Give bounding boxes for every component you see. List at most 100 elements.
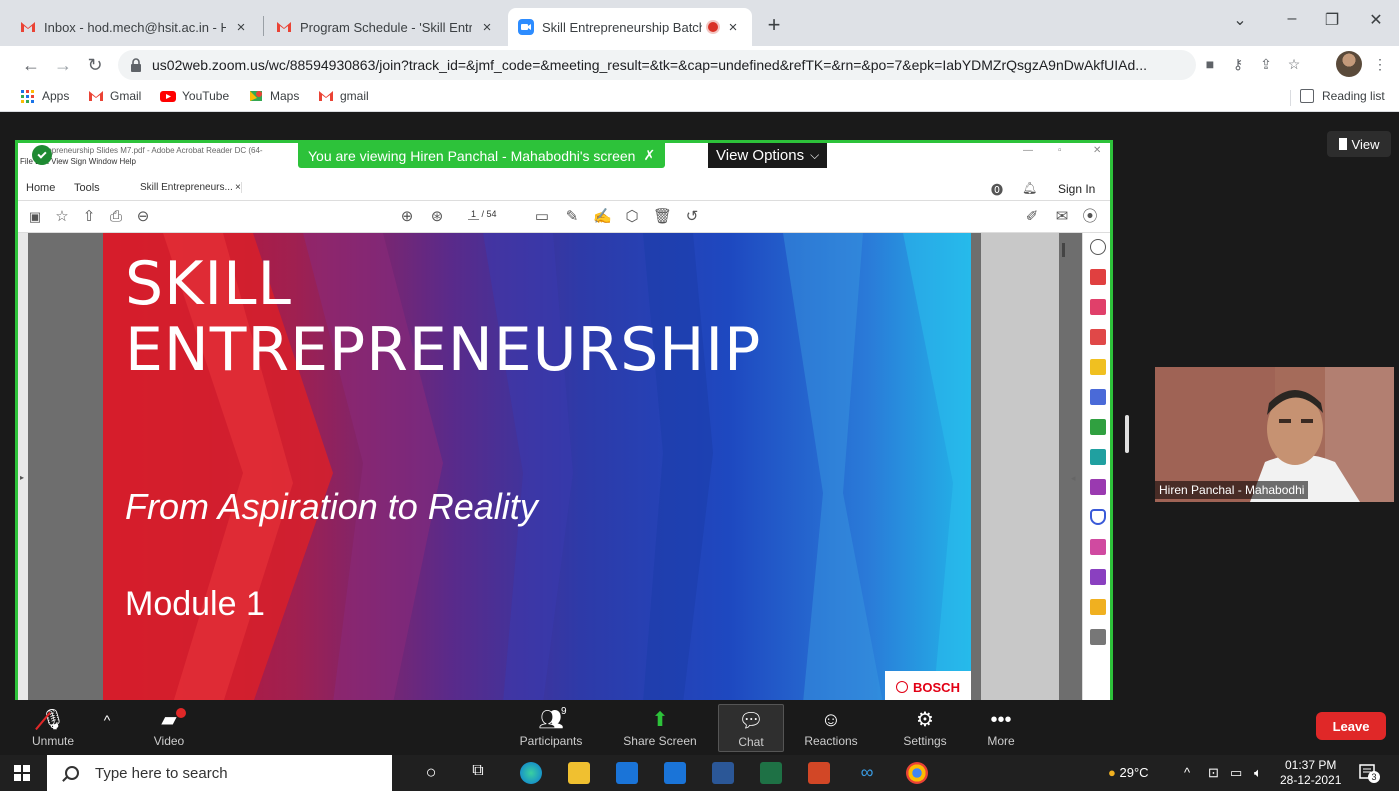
weather-widget[interactable]: ● 29°C <box>1108 765 1149 780</box>
gmail-icon <box>277 22 291 32</box>
unmute-button[interactable]: 🎙︎ Unmute <box>18 704 88 752</box>
delete-icon: 🗑︎ <box>653 208 673 225</box>
expand-panel-icon: ▸ <box>20 473 25 482</box>
back-icon[interactable]: ← <box>20 54 42 76</box>
mail-icon[interactable] <box>664 762 686 784</box>
powerpoint-icon[interactable] <box>808 762 830 784</box>
bookmark-youtube[interactable]: YouTube <box>160 89 229 103</box>
tab-search-icon[interactable]: ⌄ <box>1228 10 1252 30</box>
pin-icon: ✗ <box>643 147 656 163</box>
forward-icon[interactable]: → <box>52 54 74 76</box>
close-tab-icon[interactable]: × <box>478 19 496 36</box>
slide-subtitle: From Aspiration to Reality <box>125 486 538 527</box>
more-label: More <box>987 734 1015 748</box>
reading-list-label: Reading list <box>1322 89 1385 103</box>
camera-indicator-icon[interactable]: ■ <box>1200 56 1220 72</box>
clock[interactable]: 01:37 PM 28-12-2021 <box>1280 758 1341 788</box>
participant-video[interactable]: Hiren Panchal - Mahabodhi <box>1155 367 1394 502</box>
bookmark-star-icon: ☆ <box>55 208 69 225</box>
protect-icon <box>1090 509 1106 525</box>
webex-icon[interactable]: ∞ <box>856 762 878 784</box>
chrome-icon[interactable] <box>906 762 928 784</box>
star-icon[interactable]: ☆ <box>1284 56 1304 73</box>
more-button[interactable]: ••• More <box>966 704 1036 752</box>
upload-icon: ⇧ <box>82 208 96 225</box>
bookmark-maps[interactable]: Maps <box>248 89 299 103</box>
edge-icon[interactable] <box>520 762 542 784</box>
menu-icon[interactable]: ⋮ <box>1370 56 1390 73</box>
cortana-icon[interactable]: ○ <box>420 762 442 783</box>
share-icon[interactable]: ⇪ <box>1256 56 1276 73</box>
leave-button[interactable]: Leave <box>1316 712 1386 740</box>
reactions-button[interactable]: ☺ Reactions <box>796 704 866 752</box>
clock-date: 28-12-2021 <box>1280 773 1342 787</box>
view-button[interactable]: View <box>1327 131 1391 157</box>
close-tab-icon[interactable]: × <box>232 19 250 36</box>
audio-options-icon[interactable]: ^ <box>92 704 122 752</box>
search-icon <box>65 766 79 780</box>
windows-taskbar: Type here to search ○ ⧉ ∞ ● 29°C ^ ⊡ ▭ 🔈… <box>0 755 1399 791</box>
reactions-label: Reactions <box>804 734 858 748</box>
volume-icon[interactable]: 🔈︎ <box>1254 765 1262 781</box>
participants-label: Participants <box>519 734 583 748</box>
close-window-icon[interactable]: ✕ <box>1364 10 1388 30</box>
sign-in-link: Sign In <box>1058 182 1096 196</box>
tab-separator <box>263 16 264 36</box>
meet-now-icon[interactable]: ⊡ <box>1208 765 1219 781</box>
view-label: View <box>1351 136 1380 152</box>
chat-label: Chat <box>738 735 764 749</box>
tab-tools: Tools <box>74 182 100 194</box>
word-icon[interactable] <box>712 762 734 784</box>
search-placeholder: Type here to search <box>95 764 228 782</box>
more-tools-icon <box>1090 629 1106 645</box>
new-tab-button[interactable]: + <box>762 14 786 36</box>
comment-tool-icon <box>1090 359 1106 375</box>
video-camera-icon: ▰ <box>161 709 177 731</box>
tab-title: Skill Entrepreneurship Batch <box>542 19 702 35</box>
minimize-icon: — <box>1023 145 1033 156</box>
video-label: Video <box>153 734 185 748</box>
panel-splitter[interactable] <box>1125 415 1129 453</box>
taskbar-search-box[interactable]: Type here to search <box>47 755 392 791</box>
reading-list-button[interactable]: Reading list <box>1300 89 1385 103</box>
settings-button[interactable]: ⚙ Settings <box>890 704 960 752</box>
view-options-button[interactable]: View Options ⌵ <box>708 143 828 168</box>
bookmark-gmail[interactable]: Gmail <box>88 89 141 103</box>
email-icon: ✉ <box>1055 208 1069 225</box>
tab-program-schedule[interactable]: Program Schedule - 'Skill Entrepr × <box>266 8 506 46</box>
profile-avatar[interactable] <box>1336 51 1362 77</box>
store-icon[interactable] <box>616 762 638 784</box>
file-explorer-icon[interactable] <box>568 762 590 784</box>
notification-center-icon[interactable]: 3 <box>1358 763 1380 783</box>
bookmark-label: Apps <box>42 89 70 103</box>
url-text: us02web.zoom.us/wc/88594930863/join?trac… <box>152 57 1147 73</box>
restore-icon[interactable]: ❐ <box>1320 10 1344 30</box>
request-sign-icon <box>1090 569 1106 585</box>
windows-start-icon[interactable] <box>14 765 30 781</box>
chat-button[interactable]: 💬︎ Chat <box>718 704 784 752</box>
reload-icon[interactable]: ↻ <box>84 54 106 76</box>
bookmark-apps[interactable]: Apps <box>20 89 69 103</box>
close-tab-icon[interactable]: × <box>724 19 742 36</box>
tray-chevron-icon[interactable]: ^ <box>1184 765 1190 780</box>
weather-sun-icon: ● <box>1108 765 1116 780</box>
task-view-icon[interactable]: ⧉ <box>467 762 489 780</box>
bookmark-gmail-2[interactable]: gmail <box>318 89 369 103</box>
network-icon[interactable]: ▭ <box>1230 765 1242 781</box>
address-bar[interactable]: us02web.zoom.us/wc/88594930863/join?trac… <box>118 50 1196 80</box>
participant-name: Hiren Panchal - Mahabodhi <box>1155 481 1309 499</box>
gmail-icon <box>89 91 103 101</box>
apps-grid-icon <box>21 90 34 103</box>
account-icon: ⦿ <box>1082 208 1098 225</box>
notification-count: 3 <box>1368 771 1380 783</box>
share-screen-button[interactable]: ⬆ Share Screen <box>618 704 702 752</box>
browser-tab-strip: Inbox - hod.mech@hsit.ac.in - Hi × Progr… <box>0 0 1399 46</box>
key-icon[interactable]: ⚷ <box>1228 56 1248 73</box>
minimize-icon[interactable]: – <box>1280 10 1304 28</box>
tab-gmail-inbox[interactable]: Inbox - hod.mech@hsit.ac.in - Hi × <box>10 8 260 46</box>
tab-zoom-meeting[interactable]: Skill Entrepreneurship Batch × <box>508 8 752 46</box>
participants-button[interactable]: 👥︎ Participants 9 <box>513 704 589 752</box>
video-button[interactable]: ▰ Video <box>134 704 204 752</box>
excel-icon[interactable] <box>760 762 782 784</box>
reading-list-icon <box>1300 89 1314 103</box>
